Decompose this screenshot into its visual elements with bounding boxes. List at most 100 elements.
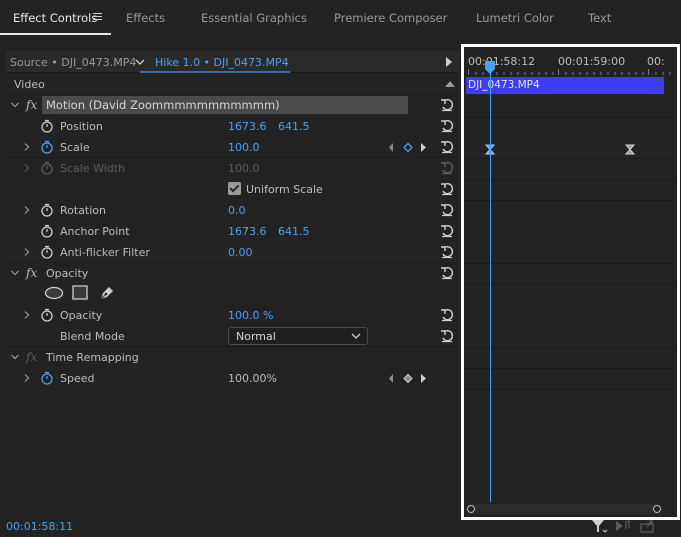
uniform-scale-checkbox[interactable] [228, 182, 241, 195]
tab-effect-controls[interactable]: Effect Controls [13, 11, 97, 25]
motion-title-box[interactable]: Motion (David Zoommmmmmmmmmm) [42, 96, 408, 114]
chevron-right-icon[interactable] [22, 310, 32, 320]
clip-label-underline [140, 71, 290, 73]
scale-keyframe-2[interactable] [625, 144, 635, 155]
rotation-row: Rotation 0.0 [6, 200, 459, 221]
opacity-title: Opacity [46, 267, 89, 280]
zoom-handle-left[interactable] [467, 505, 475, 513]
blend-mode-dropdown[interactable]: Normal [228, 327, 368, 345]
pen-mask-icon[interactable] [99, 284, 116, 301]
opacity-effect-row[interactable]: fx Opacity [6, 263, 459, 284]
effect-timeline[interactable]: 00:01:58:12 00:01:59:00 00: DJI_0473.MP4 [461, 44, 680, 520]
motion-effect-row[interactable]: fx Motion (David Zoommmmmmmmmmm) [6, 95, 459, 116]
time-remapping-title: Time Remapping [46, 351, 139, 364]
anchor-point-label: Anchor Point [60, 225, 130, 238]
reset-icon[interactable] [440, 308, 454, 322]
reset-icon[interactable] [440, 182, 454, 196]
tab-text[interactable]: Text [588, 11, 611, 25]
timeline-zoom-scrollbar[interactable] [466, 504, 662, 514]
tab-effects[interactable]: Effects [126, 11, 165, 25]
panel-menu-icon[interactable] [93, 13, 102, 21]
keyframe-navigator[interactable] [388, 373, 428, 384]
chevron-right-icon [24, 164, 30, 172]
stopwatch-icon-active[interactable] [40, 140, 54, 154]
chevron-right-icon[interactable] [22, 142, 32, 152]
timeline-row-divider [464, 284, 677, 285]
scale-width-label: Scale Width [60, 162, 126, 175]
anti-flicker-label: Anti-flicker Filter [60, 246, 150, 259]
timeline-row-divider [464, 117, 677, 118]
speed-value[interactable]: 100.00% [228, 372, 277, 385]
rotation-value[interactable]: 0.0 [228, 204, 246, 217]
stopwatch-icon-active[interactable] [40, 371, 54, 385]
timeline-row-divider [464, 200, 677, 201]
clip-label[interactable]: Hike 1.0 • DJI_0473.MP4 [155, 56, 289, 69]
reset-icon[interactable] [440, 224, 454, 238]
anti-flicker-value[interactable]: 0.00 [228, 246, 253, 259]
uniform-scale-row: Uniform Scale [6, 179, 459, 200]
mask-tools-row [6, 282, 459, 304]
ruler-ticks [468, 69, 671, 75]
zoom-handle-right[interactable] [653, 505, 661, 513]
export-icon[interactable] [640, 520, 654, 533]
anchor-y-value[interactable]: 641.5 [278, 225, 310, 238]
anti-flicker-row: Anti-flicker Filter 0.00 [6, 242, 459, 263]
chevron-down-icon[interactable] [10, 352, 20, 362]
reset-icon[interactable] [440, 266, 454, 280]
playhead-line [490, 61, 491, 502]
timeline-clip-name: DJI_0473.MP4 [468, 79, 540, 91]
opacity-value[interactable]: 100.0 % [228, 309, 273, 322]
speed-row: Speed 100.00% [6, 368, 459, 389]
tab-premiere-composer[interactable]: Premiere Composer [334, 11, 447, 25]
scroll-up-icon[interactable] [445, 81, 455, 87]
anchor-point-row: Anchor Point 1673.6 641.5 [6, 221, 459, 242]
scale-value[interactable]: 100.0 [228, 141, 260, 154]
stopwatch-icon[interactable] [40, 119, 54, 133]
reset-icon[interactable] [440, 119, 454, 133]
chevron-right-icon[interactable] [22, 247, 32, 257]
chevron-down-icon[interactable] [10, 100, 20, 110]
reset-icon[interactable] [440, 245, 454, 259]
chevron-right-icon[interactable] [22, 373, 32, 383]
chevron-down-icon[interactable] [10, 268, 20, 278]
active-tab-indicator [0, 33, 111, 35]
reset-icon[interactable] [440, 140, 454, 154]
source-label[interactable]: Source • DJI_0473.MP4 [10, 56, 136, 69]
panel-tab-bar: Effect Controls Effects Essential Graphi… [0, 0, 681, 36]
playhead-handle[interactable] [484, 61, 496, 75]
chevron-down-icon[interactable] [134, 56, 146, 68]
fx-icon[interactable]: fx [26, 266, 37, 280]
reset-icon[interactable] [440, 203, 454, 217]
keyframe-navigator[interactable] [388, 142, 428, 153]
blend-mode-label: Blend Mode [60, 330, 125, 343]
tab-lumetri-color[interactable]: Lumetri Color [476, 11, 554, 25]
rectangle-mask-icon[interactable] [72, 285, 88, 300]
ruler-time-1: 00:01:58:12 [468, 55, 536, 68]
play-icon[interactable] [446, 57, 452, 67]
current-timecode[interactable]: 00:01:58:11 [6, 520, 73, 533]
fx-icon[interactable]: fx [26, 98, 37, 112]
stopwatch-icon[interactable] [40, 224, 54, 238]
tab-essential-graphics[interactable]: Essential Graphics [201, 11, 307, 25]
filter-icon[interactable] [592, 520, 608, 533]
time-remapping-row[interactable]: fx Time Remapping [6, 347, 459, 368]
timeline-row-divider [464, 263, 677, 264]
stopwatch-icon[interactable] [40, 308, 54, 322]
ellipse-mask-icon[interactable] [44, 286, 64, 300]
anchor-x-value[interactable]: 1673.6 [228, 225, 267, 238]
position-y-value[interactable]: 641.5 [278, 120, 310, 133]
timeline-row-divider [464, 389, 677, 390]
reset-icon[interactable] [440, 98, 454, 112]
stopwatch-icon[interactable] [40, 203, 54, 217]
timeline-clip-bar[interactable]: DJI_0473.MP4 [466, 77, 664, 94]
position-x-value[interactable]: 1673.6 [228, 120, 267, 133]
play-audio-icon[interactable] [616, 520, 630, 531]
scale-width-row: Scale Width 100.0 [6, 158, 459, 179]
scale-row: Scale 100.0 [6, 137, 459, 158]
stopwatch-icon[interactable] [40, 245, 54, 259]
scale-label: Scale [60, 141, 90, 154]
chevron-right-icon[interactable] [22, 205, 32, 215]
reset-icon[interactable] [440, 329, 454, 343]
scale-width-value: 100.0 [228, 162, 260, 175]
motion-title: Motion (David Zoommmmmmmmmmm) [46, 98, 280, 112]
